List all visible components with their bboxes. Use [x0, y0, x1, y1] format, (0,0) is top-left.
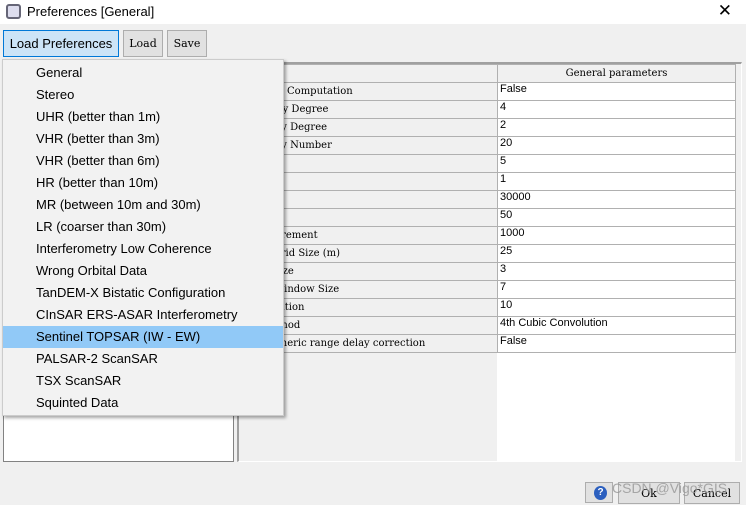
save-button[interactable]: Save — [167, 30, 207, 57]
close-icon[interactable]: ✕ — [718, 1, 732, 21]
table-row: nterpolation10 — [239, 298, 736, 317]
menu-item[interactable]: General — [3, 62, 283, 84]
table-row: ndow Size3 — [239, 262, 736, 281]
table-row: ize30000 — [239, 190, 736, 209]
table-row: RG Poly Degree 4 — [239, 100, 736, 119]
menu-item[interactable]: Stereo — [3, 84, 283, 106]
menu-item[interactable]: MR (between 10m and 30m) — [3, 194, 283, 216]
parameter-value[interactable]: 1 — [497, 172, 736, 191]
parameter-value[interactable]: 20 — [497, 136, 736, 155]
menu-item[interactable]: VHR (better than 6m) — [3, 150, 283, 172]
table-row: imit Increment1000 — [239, 226, 736, 245]
table-row: lation Window Size 7 — [239, 280, 736, 299]
menu-item[interactable]: CInSAR ERS-ASAR Interferometry — [3, 304, 283, 326]
parameters-table: General parameters ic Looks Computation F… — [239, 64, 736, 353]
menu-item[interactable]: Sentinel TOPSAR (IW - EW) — [3, 326, 283, 348]
menu-item[interactable]: Squinted Data — [3, 392, 283, 414]
parameter-value[interactable]: 3 — [497, 262, 736, 281]
menu-item[interactable]: HR (better than 10m) — [3, 172, 283, 194]
parameter-value[interactable]: 2 — [497, 118, 736, 137]
parameter-value[interactable]: 4th Cubic Convolution — [497, 316, 736, 335]
parameter-value[interactable]: 50 — [497, 208, 736, 227]
table-row: ooks1 — [239, 172, 736, 191]
menu-item[interactable]: Interferometry Low Coherence — [3, 238, 283, 260]
parameter-value[interactable]: False — [497, 82, 736, 101]
parameter-value[interactable]: 5 — [497, 154, 736, 173]
menu-item[interactable]: UHR (better than 1m) — [3, 106, 283, 128]
menu-item[interactable]: PALSAR-2 ScanSAR — [3, 348, 283, 370]
table-row: ing Method4th Cubic Convolution — [239, 316, 736, 335]
parameter-value[interactable]: 25 — [497, 244, 736, 263]
parameter-value[interactable]: 10 — [497, 298, 736, 317]
parameter-value[interactable]: 30000 — [497, 190, 736, 209]
table-row: verlap50 — [239, 208, 736, 227]
menu-item[interactable]: Wrong Orbital Data — [3, 260, 283, 282]
parameter-value[interactable]: False — [497, 334, 736, 353]
parameter-value[interactable]: 1000 — [497, 226, 736, 245]
menu-item[interactable]: VHR (better than 3m) — [3, 128, 283, 150]
table-row: ic Looks Computation False — [239, 82, 736, 101]
load-preferences-button[interactable]: Load Preferences — [3, 30, 119, 57]
app-icon — [6, 4, 21, 19]
menu-item[interactable]: TanDEM-X Bistatic Configuration — [3, 282, 283, 304]
table-row: aphic Grid Size (m) 25 — [239, 244, 736, 263]
help-button[interactable]: ? — [585, 482, 613, 503]
table-row: AZ Poly Number 20 — [239, 136, 736, 155]
table-row: Looks5 — [239, 154, 736, 173]
window-title: Preferences [General] — [27, 4, 155, 19]
parameter-value[interactable]: 4 — [497, 100, 736, 119]
load-button[interactable]: Load — [123, 30, 163, 57]
title-bar: Preferences [General] ✕ — [0, 0, 746, 24]
menu-item[interactable]: LR (coarser than 30m) — [3, 216, 283, 238]
table-row: tropospheric range delay correction False — [239, 334, 736, 353]
menu-item[interactable]: TSX ScanSAR — [3, 370, 283, 392]
table-row: AZ Poly Degree 2 — [239, 118, 736, 137]
watermark: CSDN @Vigo*GIS — [612, 480, 728, 496]
parameter-value[interactable]: 7 — [497, 280, 736, 299]
load-preferences-menu: General Stereo UHR (better than 1m) VHR (be… — [2, 59, 284, 416]
column-header: General parameters — [497, 64, 736, 83]
help-icon: ? — [594, 486, 607, 500]
